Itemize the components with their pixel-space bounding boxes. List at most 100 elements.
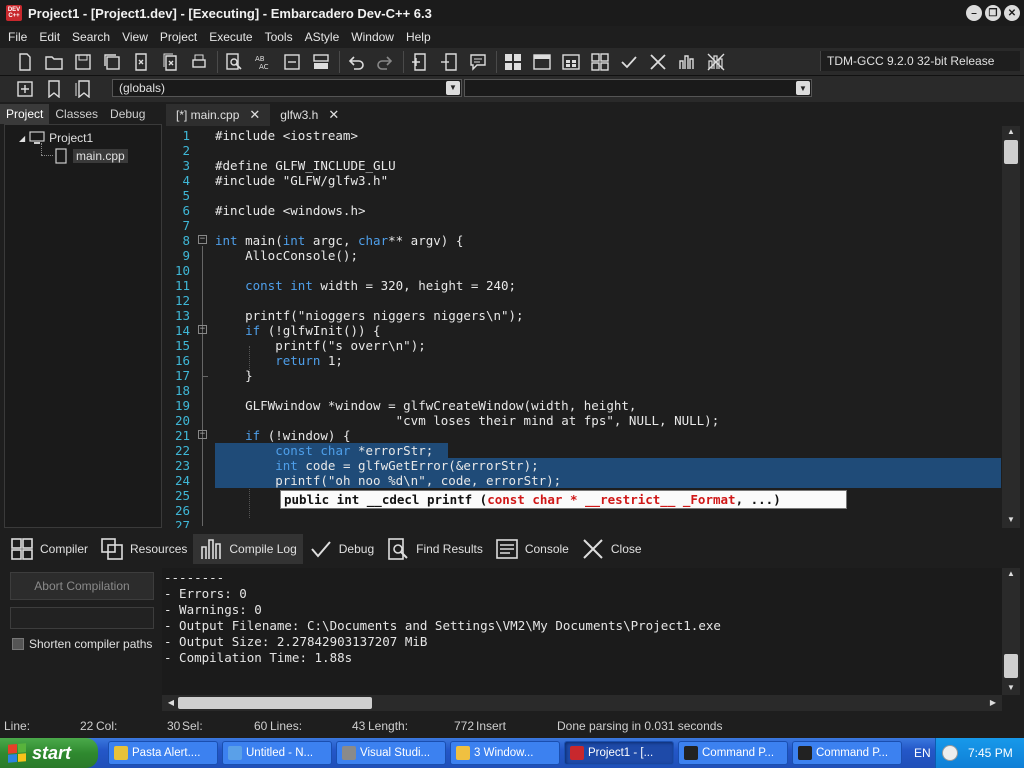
open-folder-icon[interactable] [43, 51, 65, 73]
menu-file[interactable]: File [2, 26, 33, 48]
restore-button[interactable]: ❐ [985, 5, 1001, 21]
abort-compilation-button[interactable]: Abort Compilation [10, 572, 154, 600]
code-line[interactable]: 3 #define GLFW_INCLUDE_GLU [166, 158, 1002, 173]
scroll-up-icon[interactable]: ▲ [1004, 568, 1018, 580]
tab-main-cpp[interactable]: [*] main.cpp ✕ [166, 104, 271, 126]
language-indicator[interactable]: EN [914, 746, 931, 760]
insert-code-icon[interactable] [14, 78, 36, 100]
tab-compile-log[interactable]: Compile Log [193, 534, 303, 564]
tab-project[interactable]: Project [0, 104, 50, 124]
log-vertical-scrollbar[interactable]: ▲ ▼ [1002, 568, 1020, 695]
code-line[interactable]: 6 #include <windows.h> [166, 203, 1002, 218]
close-icon[interactable]: ✕ [249, 107, 260, 123]
scroll-down-icon[interactable]: ▼ [1004, 514, 1018, 526]
scroll-right-icon[interactable]: ▶ [986, 697, 1000, 709]
code-line[interactable]: 4 #include "GLFW/glfw3.h" [166, 173, 1002, 188]
clock-tray-icon[interactable] [942, 745, 958, 761]
members-select[interactable]: ▼ [464, 79, 812, 97]
code-line[interactable]: 8 int main(int argc, char** argv) { [166, 233, 1002, 248]
tab-classes[interactable]: Classes [49, 104, 104, 124]
scroll-down-icon[interactable]: ▼ [1004, 682, 1018, 694]
taskbar-item[interactable]: Pasta Alert.... [108, 741, 218, 765]
bookmark-icon[interactable] [43, 78, 65, 100]
code-line[interactable]: 10 [166, 263, 1002, 278]
taskbar-item[interactable]: Command P... [678, 741, 788, 765]
compiler-select[interactable]: TDM-GCC 9.2.0 32-bit Release [820, 51, 1020, 71]
expand-arrow-icon[interactable]: ◢ [19, 134, 25, 143]
code-line[interactable]: 11 const int width = 320, height = 240; [166, 278, 1002, 293]
code-line[interactable]: 2 [166, 143, 1002, 158]
undo-icon[interactable] [345, 51, 367, 73]
clean-icon[interactable] [647, 51, 669, 73]
tab-console[interactable]: Console [489, 534, 575, 564]
compile-icon[interactable] [502, 51, 524, 73]
code-line[interactable]: 16 return 1; [166, 353, 1002, 368]
taskbar-item[interactable]: Untitled - N... [222, 741, 332, 765]
scroll-left-icon[interactable]: ◀ [164, 697, 178, 709]
code-line[interactable]: 1 #include <iostream> [166, 128, 1002, 143]
taskbar-item[interactable]: Command P... [792, 741, 902, 765]
code-line[interactable]: 9 AllocConsole(); [166, 248, 1002, 263]
remove-from-project-icon[interactable] [438, 51, 460, 73]
shorten-paths-checkbox[interactable] [12, 638, 24, 650]
goto-line-icon[interactable] [281, 51, 303, 73]
project-options-icon[interactable] [467, 51, 489, 73]
redo-icon[interactable] [374, 51, 396, 73]
tab-close[interactable]: Close [575, 534, 648, 564]
scroll-up-icon[interactable]: ▲ [1004, 126, 1018, 138]
menu-edit[interactable]: Edit [33, 26, 66, 48]
shorten-paths-option[interactable]: Shorten compiler paths [12, 637, 152, 651]
add-to-project-icon[interactable] [409, 51, 431, 73]
find-icon[interactable] [223, 51, 245, 73]
editor-vertical-scrollbar[interactable]: ▲ ▼ [1002, 126, 1020, 528]
tab-resources[interactable]: Resources [94, 534, 193, 564]
tab-debug[interactable]: Debug [104, 104, 151, 124]
tree-item-project[interactable]: ◢ Project1 [19, 131, 93, 145]
code-line[interactable]: 24 printf("oh noo %d\n", code, errorStr)… [166, 473, 1002, 488]
code-line[interactable]: 7 [166, 218, 1002, 233]
tab-glfw3-h[interactable]: glfw3.h ✕ [270, 104, 349, 126]
taskbar-item[interactable]: Visual Studi... [336, 741, 446, 765]
menu-project[interactable]: Project [154, 26, 203, 48]
code-line[interactable]: 13 printf("nioggers niggers niggers\n"); [166, 308, 1002, 323]
print-icon[interactable] [188, 51, 210, 73]
taskbar-item[interactable]: 3 Window... [450, 741, 560, 765]
code-line[interactable]: 18 [166, 383, 1002, 398]
delete-profile-icon[interactable] [705, 51, 727, 73]
menu-astyle[interactable]: AStyle [299, 26, 346, 48]
taskbar-item[interactable]: Project1 - [... [564, 741, 674, 765]
tab-debug-bottom[interactable]: Debug [303, 534, 380, 564]
code-editor[interactable]: − − − 1 #include <iostream> 2 3 #define GLFW… [166, 126, 1002, 528]
replace-icon[interactable]: AB AC [252, 51, 274, 73]
tree-item-file[interactable]: main.cpp [55, 148, 128, 164]
code-line[interactable]: 27 [166, 518, 1002, 528]
code-line[interactable]: 5 [166, 188, 1002, 203]
menu-window[interactable]: Window [345, 26, 400, 48]
run-icon[interactable] [531, 51, 553, 73]
save-all-icon[interactable] [101, 51, 123, 73]
chevron-down-icon[interactable]: ▼ [446, 81, 460, 95]
code-line[interactable]: 19 GLFWwindow *window = glfwCreateWindow… [166, 398, 1002, 413]
rebuild-all-icon[interactable] [589, 51, 611, 73]
toggle-bookmark-icon[interactable] [310, 51, 332, 73]
code-line[interactable]: 15 printf("s overr\n"); [166, 338, 1002, 353]
new-file-icon[interactable] [14, 51, 36, 73]
profile-icon[interactable] [676, 51, 698, 73]
menu-search[interactable]: Search [66, 26, 116, 48]
close-all-icon[interactable] [159, 51, 181, 73]
code-line[interactable]: 23 int code = glfwGetError(&errorStr); [166, 458, 1002, 473]
close-window-button[interactable]: ✕ [1004, 5, 1020, 21]
scroll-thumb[interactable] [1004, 140, 1018, 164]
goto-bookmark-icon[interactable] [72, 78, 94, 100]
code-line[interactable]: 21 if (!window) { [166, 428, 1002, 443]
menu-help[interactable]: Help [400, 26, 437, 48]
start-button[interactable]: start [0, 738, 98, 768]
log-horizontal-scrollbar[interactable]: ◀ ▶ [162, 695, 1002, 711]
code-line[interactable]: 17 } [166, 368, 1002, 383]
chevron-down-icon[interactable]: ▼ [796, 81, 810, 95]
code-line[interactable]: 12 [166, 293, 1002, 308]
minimize-button[interactable]: – [966, 5, 982, 21]
globals-select[interactable]: (globals) ▼ [112, 79, 462, 97]
menu-execute[interactable]: Execute [203, 26, 258, 48]
close-icon[interactable]: ✕ [328, 107, 339, 123]
